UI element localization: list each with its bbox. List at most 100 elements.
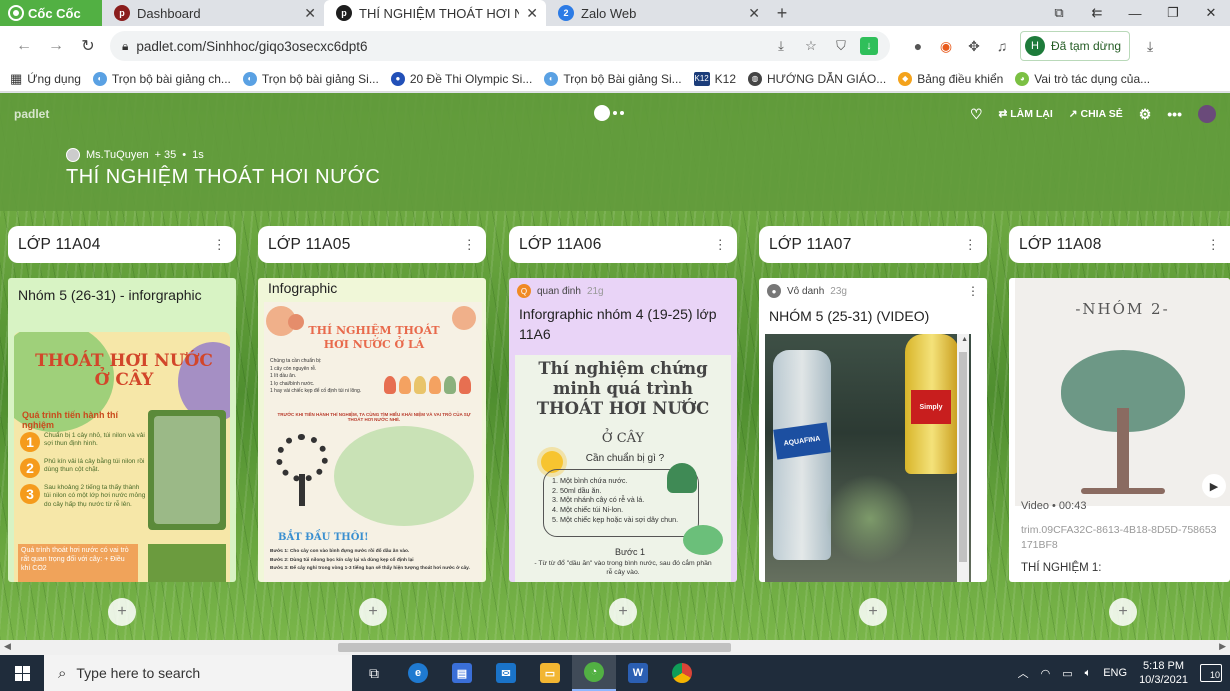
media-playlist-icon[interactable]: ♫ (988, 38, 1016, 54)
remake-button[interactable]: ⇄ LÀM LẠI (999, 108, 1053, 120)
post-card[interactable]: ● Vô danh 23g ⋮ NHÓM 5 (25-31) (VIDEO) A… (759, 278, 987, 582)
column-header-11a05[interactable]: LỚP 11A05 ⋮ (258, 226, 486, 263)
system-tray: ︿ ◠ ▭ 🔈︎ ENG 5:18 PM 10/3/2021 10 (1018, 659, 1230, 688)
kebab-menu-icon[interactable]: ⋮ (1207, 237, 1220, 253)
minimize-button[interactable]: — (1116, 6, 1154, 21)
video-thumbnail[interactable]: -NHÓM 2- ▶ (1015, 278, 1230, 506)
language-indicator[interactable]: ENG (1103, 667, 1127, 679)
network-icon[interactable]: ◠ (1041, 667, 1051, 680)
scrollbar-thumb[interactable] (338, 643, 731, 652)
tab-dashboard[interactable]: p Dashboard ✕ (102, 0, 324, 26)
add-post-button[interactable]: + (1109, 598, 1137, 626)
close-icon[interactable]: ✕ (748, 5, 760, 22)
column-header-11a06[interactable]: LỚP 11A06 ⋮ (509, 226, 737, 263)
post-card[interactable]: Infographic THÍ NGHIỆM THOÁT HƠI NƯỚC Ở … (258, 278, 486, 582)
kebab-menu-icon[interactable]: ⋮ (213, 237, 226, 253)
padlet-logo[interactable]: padlet (14, 107, 49, 121)
add-post-button[interactable]: + (859, 598, 887, 626)
board-title: THÍ NGHIỆM THOÁT HƠI NƯỚC (66, 166, 381, 188)
video-frame-image[interactable]: AQUAFINA Simply ▲ (765, 334, 971, 582)
taskbar-word[interactable]: W (616, 655, 660, 691)
heart-icon[interactable]: ♡ (970, 106, 983, 123)
video-filename[interactable]: trim.09CFA32C-8613-4B18-8D5D-758653171BF… (1021, 523, 1221, 552)
chevron-up-icon[interactable]: ︿ (1018, 665, 1029, 681)
battery-icon[interactable]: ▭ (1062, 667, 1072, 680)
forward-button[interactable]: → (40, 37, 72, 55)
tab-padlet-active[interactable]: p THÍ NGHIỆM THOÁT HƠI NƯ ✕ (324, 0, 546, 26)
volume-icon[interactable]: 🔈︎ (1085, 667, 1092, 680)
user-avatar[interactable] (1198, 105, 1216, 123)
scroll-up-icon[interactable]: ▲ (961, 336, 968, 343)
tab-zalo[interactable]: 2 Zalo Web ✕ (546, 0, 768, 26)
screenshot-icon[interactable]: ⧉ (1040, 5, 1078, 21)
bookmark-apps[interactable]: ▦ Ứng dụng (10, 71, 81, 87)
shield-icon[interactable]: ⛉ (830, 38, 852, 54)
post-card[interactable]: Q quan đinh 21g Inforgraphic nhóm 4 (19-… (509, 278, 737, 582)
more-icon[interactable]: ••• (1167, 106, 1182, 122)
new-tab-button[interactable]: + (768, 0, 796, 26)
task-view-icon: ⧉ (369, 664, 379, 681)
anonymous-avatar-icon: ● (767, 284, 781, 298)
share-button[interactable]: ↗ CHIA SẺ (1069, 108, 1123, 120)
extension-leaf-icon[interactable]: ● (904, 38, 932, 54)
column-header-11a04[interactable]: LỚP 11A04 ⋮ (8, 226, 236, 263)
bookmark-item[interactable]: ● 20 Đề Thi Olympic Si... (390, 71, 532, 86)
globe-icon: ◐ (544, 71, 559, 86)
close-window-button[interactable]: ✕ (1192, 5, 1230, 21)
zalo-icon: 2 (558, 5, 574, 21)
column-header-11a07[interactable]: LỚP 11A07 ⋮ (759, 226, 987, 263)
bookmark-star-icon[interactable]: ☆ (800, 38, 822, 54)
taskbar-chrome[interactable] (660, 655, 704, 691)
bookmark-item[interactable]: ◆ Bảng điều khiển (898, 71, 1003, 86)
close-icon[interactable]: ✕ (304, 5, 316, 22)
extension-colorful-icon[interactable]: ◉ (932, 38, 960, 55)
kebab-menu-icon[interactable]: ⋮ (463, 237, 476, 253)
bookmark-item[interactable]: ◍ HƯỚNG DẪN GIÁO... (748, 71, 886, 86)
kebab-menu-icon[interactable]: ⋮ (714, 237, 727, 253)
taskbar-explorer[interactable]: ▭ (528, 655, 572, 691)
taskbar-mail[interactable]: ✉ (484, 655, 528, 691)
download-arrow-icon[interactable]: ⇇ (1078, 5, 1116, 21)
post-card[interactable]: -NHÓM 2- ▶ Video • 00:43 trim.09CFA32C-8… (1009, 278, 1230, 582)
author-name[interactable]: Ms.TuQuyen (86, 149, 149, 161)
task-view-button[interactable]: ⧉ (352, 655, 396, 691)
restore-button[interactable]: ❐ (1154, 5, 1192, 21)
padlet-home-icon[interactable] (594, 105, 624, 121)
extensions-puzzle-icon[interactable]: ✥ (960, 38, 988, 55)
profile-button[interactable]: H Đã tạm dừng (1020, 31, 1131, 61)
bookmark-item[interactable]: ◐ Trọn bộ bài giảng ch... (92, 71, 231, 86)
close-icon[interactable]: ✕ (526, 5, 538, 22)
taskbar-store[interactable]: ▤ (440, 655, 484, 691)
bookmark-item[interactable]: K12 K12 (693, 71, 736, 86)
column-header-11a08[interactable]: LỚP 11A08 ⋮ (1009, 226, 1230, 263)
scroll-right-icon[interactable]: ▶ (1219, 641, 1226, 652)
taskbar-coccoc[interactable]: ◔ (572, 655, 616, 691)
board-author-line: Ms.TuQuyen + 35 • 1s (66, 148, 204, 162)
kebab-menu-icon[interactable]: ⋮ (967, 284, 979, 298)
savior-download-icon[interactable]: ↓ (860, 37, 878, 55)
start-button[interactable] (0, 665, 44, 681)
globe-icon: ◐ (92, 71, 107, 86)
bookmark-item[interactable]: ◐ Trọn bộ Bài giảng Si... (544, 71, 682, 86)
clock[interactable]: 5:18 PM 10/3/2021 (1139, 659, 1188, 688)
reload-button[interactable]: ↻ (72, 36, 104, 56)
play-icon[interactable]: ▶ (1202, 474, 1226, 498)
add-post-button[interactable]: + (359, 598, 387, 626)
add-post-button[interactable]: + (108, 598, 136, 626)
browser-menu-button[interactable]: Cốc Cốc (0, 0, 102, 26)
post-card[interactable]: Nhóm 5 (26-31) - inforgraphic THOÁT HƠI … (8, 278, 236, 582)
kebab-menu-icon[interactable]: ⋮ (964, 237, 977, 253)
taskbar-search[interactable]: ⌕ Type here to search (44, 655, 352, 691)
bookmark-item[interactable]: ◐ Trọn bộ bài giảng Si... (242, 71, 379, 86)
taskbar-edge[interactable]: e (396, 655, 440, 691)
install-icon[interactable]: ⤓ (770, 38, 792, 54)
horizontal-scrollbar[interactable]: ◀ ▶ (0, 640, 1230, 655)
add-post-button[interactable]: + (609, 598, 637, 626)
bookmark-item[interactable]: ◕ Vai trò tác dụng của... (1015, 71, 1150, 86)
notifications-icon[interactable]: 10 (1200, 664, 1222, 682)
back-button[interactable]: ← (8, 37, 40, 55)
settings-gear-icon[interactable]: ⚙ (1139, 106, 1152, 123)
scroll-left-icon[interactable]: ◀ (4, 641, 11, 652)
downloads-icon[interactable]: ⤓ (1136, 38, 1164, 55)
address-bar[interactable]: 🔒︎ padlet.com/Sinhhoc/giqo3osecxc6dpt6 ⤓… (110, 31, 890, 61)
